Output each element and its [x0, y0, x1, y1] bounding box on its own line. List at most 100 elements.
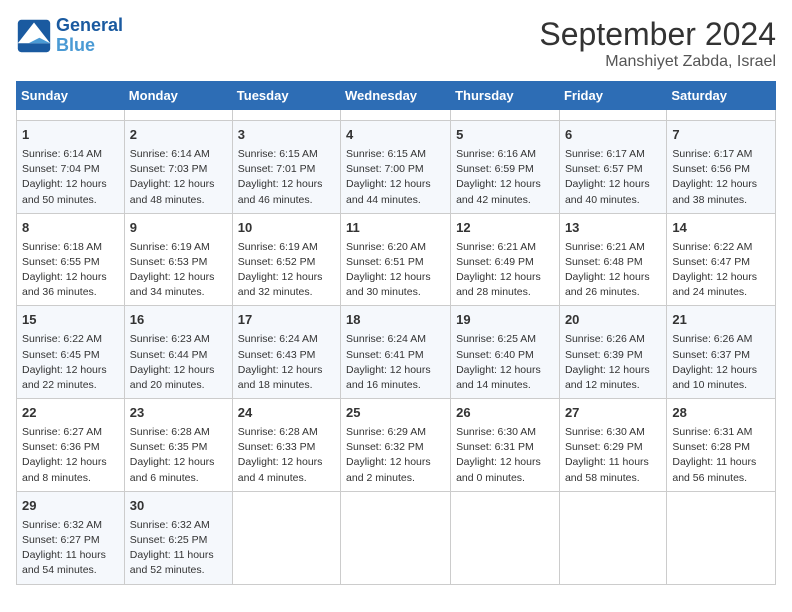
sunset-text: Sunset: 6:32 PM: [346, 440, 445, 455]
sunset-text: Sunset: 6:44 PM: [130, 348, 227, 363]
sunset-text: Sunset: 6:59 PM: [456, 162, 554, 177]
calendar-cell: [559, 491, 666, 584]
sunrise-text: Sunrise: 6:14 AM: [130, 147, 227, 162]
col-saturday: Saturday: [667, 82, 776, 110]
daylight-text: Daylight: 12 hours and 44 minutes.: [346, 177, 445, 207]
sunrise-text: Sunrise: 6:24 AM: [346, 332, 445, 347]
day-number: 5: [456, 126, 554, 145]
calendar-cell: [341, 110, 451, 121]
title-block: September 2024 Manshiyet Zabda, Israel: [539, 16, 776, 71]
calendar-cell: [667, 110, 776, 121]
calendar-cell: 21Sunrise: 6:26 AMSunset: 6:37 PMDayligh…: [667, 306, 776, 399]
page-header: General Blue September 2024 Manshiyet Za…: [16, 16, 776, 71]
calendar-table: Sunday Monday Tuesday Wednesday Thursday…: [16, 81, 776, 585]
sunset-text: Sunset: 6:52 PM: [238, 255, 335, 270]
sunrise-text: Sunrise: 6:29 AM: [346, 425, 445, 440]
sunset-text: Sunset: 6:45 PM: [22, 348, 119, 363]
sunrise-text: Sunrise: 6:26 AM: [672, 332, 770, 347]
calendar-cell: 14Sunrise: 6:22 AMSunset: 6:47 PMDayligh…: [667, 213, 776, 306]
sunset-text: Sunset: 6:57 PM: [565, 162, 661, 177]
calendar-cell: 3Sunrise: 6:15 AMSunset: 7:01 PMDaylight…: [232, 121, 340, 214]
sunset-text: Sunset: 6:49 PM: [456, 255, 554, 270]
daylight-text: Daylight: 12 hours and 2 minutes.: [346, 455, 445, 485]
sunrise-text: Sunrise: 6:17 AM: [565, 147, 661, 162]
sunrise-text: Sunrise: 6:28 AM: [130, 425, 227, 440]
calendar-cell: 9Sunrise: 6:19 AMSunset: 6:53 PMDaylight…: [124, 213, 232, 306]
day-number: 7: [672, 126, 770, 145]
day-number: 8: [22, 219, 119, 238]
day-number: 19: [456, 311, 554, 330]
sunset-text: Sunset: 6:35 PM: [130, 440, 227, 455]
calendar-cell: 22Sunrise: 6:27 AMSunset: 6:36 PMDayligh…: [17, 399, 125, 492]
location-title: Manshiyet Zabda, Israel: [539, 53, 776, 71]
sunrise-text: Sunrise: 6:32 AM: [130, 518, 227, 533]
sunset-text: Sunset: 6:31 PM: [456, 440, 554, 455]
daylight-text: Daylight: 12 hours and 48 minutes.: [130, 177, 227, 207]
sunrise-text: Sunrise: 6:21 AM: [565, 240, 661, 255]
calendar-cell: 4Sunrise: 6:15 AMSunset: 7:00 PMDaylight…: [341, 121, 451, 214]
day-number: 28: [672, 404, 770, 423]
day-number: 25: [346, 404, 445, 423]
sunset-text: Sunset: 7:03 PM: [130, 162, 227, 177]
calendar-cell: 28Sunrise: 6:31 AMSunset: 6:28 PMDayligh…: [667, 399, 776, 492]
sunset-text: Sunset: 6:36 PM: [22, 440, 119, 455]
sunset-text: Sunset: 6:43 PM: [238, 348, 335, 363]
calendar-week-row: 22Sunrise: 6:27 AMSunset: 6:36 PMDayligh…: [17, 399, 776, 492]
sunset-text: Sunset: 6:33 PM: [238, 440, 335, 455]
sunrise-text: Sunrise: 6:14 AM: [22, 147, 119, 162]
calendar-cell: 18Sunrise: 6:24 AMSunset: 6:41 PMDayligh…: [341, 306, 451, 399]
daylight-text: Daylight: 12 hours and 38 minutes.: [672, 177, 770, 207]
sunrise-text: Sunrise: 6:19 AM: [238, 240, 335, 255]
col-monday: Monday: [124, 82, 232, 110]
day-number: 10: [238, 219, 335, 238]
daylight-text: Daylight: 12 hours and 14 minutes.: [456, 363, 554, 393]
daylight-text: Daylight: 12 hours and 20 minutes.: [130, 363, 227, 393]
col-wednesday: Wednesday: [341, 82, 451, 110]
calendar-cell: [17, 110, 125, 121]
sunrise-text: Sunrise: 6:30 AM: [565, 425, 661, 440]
sunrise-text: Sunrise: 6:21 AM: [456, 240, 554, 255]
calendar-cell: 19Sunrise: 6:25 AMSunset: 6:40 PMDayligh…: [451, 306, 560, 399]
daylight-text: Daylight: 12 hours and 10 minutes.: [672, 363, 770, 393]
daylight-text: Daylight: 12 hours and 12 minutes.: [565, 363, 661, 393]
sunrise-text: Sunrise: 6:31 AM: [672, 425, 770, 440]
sunrise-text: Sunrise: 6:15 AM: [238, 147, 335, 162]
daylight-text: Daylight: 11 hours and 58 minutes.: [565, 455, 661, 485]
calendar-cell: 24Sunrise: 6:28 AMSunset: 6:33 PMDayligh…: [232, 399, 340, 492]
day-number: 22: [22, 404, 119, 423]
calendar-cell: [559, 110, 666, 121]
sunset-text: Sunset: 6:25 PM: [130, 533, 227, 548]
calendar-cell: [451, 110, 560, 121]
calendar-week-row: 29Sunrise: 6:32 AMSunset: 6:27 PMDayligh…: [17, 491, 776, 584]
day-number: 20: [565, 311, 661, 330]
logo-text: General Blue: [56, 16, 123, 56]
sunset-text: Sunset: 6:40 PM: [456, 348, 554, 363]
calendar-cell: 6Sunrise: 6:17 AMSunset: 6:57 PMDaylight…: [559, 121, 666, 214]
calendar-cell: 2Sunrise: 6:14 AMSunset: 7:03 PMDaylight…: [124, 121, 232, 214]
calendar-cell: 5Sunrise: 6:16 AMSunset: 6:59 PMDaylight…: [451, 121, 560, 214]
day-number: 14: [672, 219, 770, 238]
col-sunday: Sunday: [17, 82, 125, 110]
sunrise-text: Sunrise: 6:17 AM: [672, 147, 770, 162]
day-number: 29: [22, 497, 119, 516]
sunrise-text: Sunrise: 6:28 AM: [238, 425, 335, 440]
sunset-text: Sunset: 6:41 PM: [346, 348, 445, 363]
daylight-text: Daylight: 12 hours and 24 minutes.: [672, 270, 770, 300]
day-number: 15: [22, 311, 119, 330]
calendar-cell: 17Sunrise: 6:24 AMSunset: 6:43 PMDayligh…: [232, 306, 340, 399]
sunset-text: Sunset: 6:28 PM: [672, 440, 770, 455]
calendar-cell: 16Sunrise: 6:23 AMSunset: 6:44 PMDayligh…: [124, 306, 232, 399]
day-number: 11: [346, 219, 445, 238]
day-number: 4: [346, 126, 445, 145]
calendar-cell: 10Sunrise: 6:19 AMSunset: 6:52 PMDayligh…: [232, 213, 340, 306]
month-title: September 2024: [539, 16, 776, 53]
daylight-text: Daylight: 12 hours and 36 minutes.: [22, 270, 119, 300]
sunset-text: Sunset: 6:39 PM: [565, 348, 661, 363]
day-number: 6: [565, 126, 661, 145]
sunrise-text: Sunrise: 6:30 AM: [456, 425, 554, 440]
calendar-cell: 29Sunrise: 6:32 AMSunset: 6:27 PMDayligh…: [17, 491, 125, 584]
day-number: 9: [130, 219, 227, 238]
calendar-week-row: [17, 110, 776, 121]
sunrise-text: Sunrise: 6:22 AM: [672, 240, 770, 255]
calendar-cell: 1Sunrise: 6:14 AMSunset: 7:04 PMDaylight…: [17, 121, 125, 214]
